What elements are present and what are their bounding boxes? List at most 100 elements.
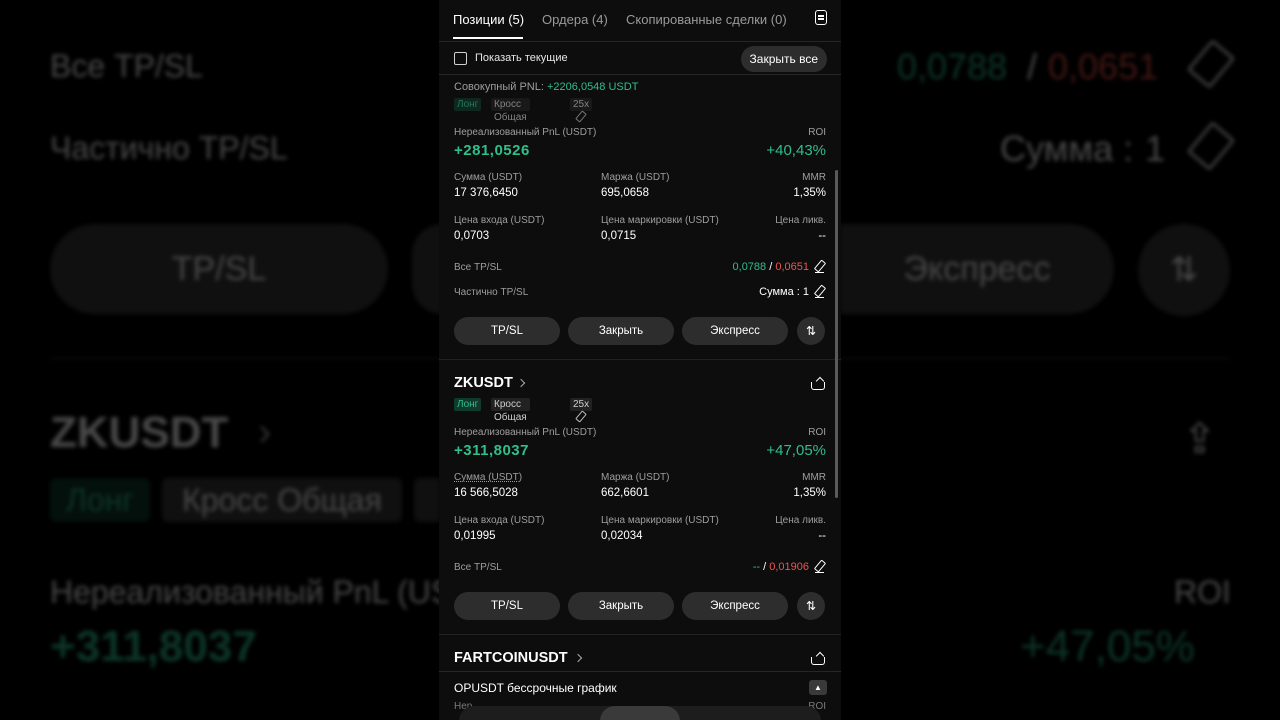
roi-value: +40,43% xyxy=(766,142,826,159)
margin-label: Маржа (USDT) xyxy=(601,172,670,183)
mmr-label: MMR xyxy=(802,472,826,483)
edit-tpsl-icon[interactable] xyxy=(813,259,827,274)
mark-price-label: Цена маркировки (USDT) xyxy=(601,515,719,526)
tab-positions[interactable]: Позиции (5) xyxy=(453,12,524,27)
swap-icon[interactable]: ⇅ xyxy=(797,592,825,620)
filter-bar: Показать текущие Закрыть все xyxy=(439,42,841,75)
mmr-value: 1,35% xyxy=(793,187,826,199)
show-current-checkbox[interactable] xyxy=(454,52,467,65)
close-position-button[interactable]: Закрыть xyxy=(568,592,674,620)
amount-value: 16 566,5028 xyxy=(454,487,518,499)
scrollbar[interactable] xyxy=(835,170,838,498)
entry-price-value: 0,0703 xyxy=(454,230,490,242)
liq-price-label: Цена ликв. xyxy=(775,515,826,526)
positions-list: Совокупный PNL: +2206,0548 USDT Лонг Кро… xyxy=(439,75,841,670)
show-current-label: Показать текущие xyxy=(475,52,568,64)
bg-chevron-right-icon: › xyxy=(258,410,272,454)
bg-pnl-label: Нереализованный PnL (USDT) xyxy=(50,574,506,610)
divider xyxy=(439,359,841,360)
tag-leverage[interactable]: 25x xyxy=(570,98,593,123)
tag-leverage[interactable]: 25x xyxy=(570,398,593,423)
partial-amount: Сумма : 1 xyxy=(759,286,809,298)
position-symbol[interactable]: FARTCOINUSDT xyxy=(454,650,568,666)
bg-tag-lev xyxy=(414,478,440,522)
share-icon[interactable] xyxy=(811,651,825,666)
tpsl-button[interactable]: TP/SL xyxy=(454,317,560,345)
edit-partial-icon[interactable] xyxy=(813,284,827,299)
active-tab-indicator xyxy=(453,37,523,39)
amount-label: Сумма (USDT) xyxy=(454,172,523,183)
partial-tpsl-label: Частично TP/SL xyxy=(454,287,529,298)
bg-all-tpsl: Все TP/SL xyxy=(50,48,203,84)
position-symbol[interactable]: ZKUSDT xyxy=(454,375,513,391)
amount-value: 17 376,6450 xyxy=(454,187,518,199)
entry-price-value: 0,01995 xyxy=(454,530,496,542)
bg-tag-cross: Кросс Общая xyxy=(162,478,402,522)
tpsl-button[interactable]: TP/SL xyxy=(454,592,560,620)
amount-label: Сумма (USDT) xyxy=(454,472,523,483)
bg-roi-value: +47,05% xyxy=(1020,622,1195,671)
tab-orders[interactable]: Ордера (4) xyxy=(542,12,608,27)
bg-edit-icon-2 xyxy=(1186,121,1236,171)
bg-close-button xyxy=(412,224,442,314)
bg-pnl-value: +311,8037 xyxy=(50,622,257,671)
roi-label: ROI xyxy=(808,427,826,438)
bg-partial-amount-label: Сумма : xyxy=(1000,128,1134,169)
tag-long: Лонг xyxy=(454,98,482,111)
mark-price-value: 0,0715 xyxy=(601,230,637,242)
entry-price-label: Цена входа (USDT) xyxy=(454,515,545,526)
unrealized-pnl-value: +281,0526 xyxy=(454,142,530,159)
document-icon[interactable] xyxy=(815,10,827,25)
bg-tag-long: Лонг xyxy=(50,478,150,522)
roi-label: ROI xyxy=(808,127,826,138)
bg-slash: / xyxy=(1027,46,1038,87)
mark-price-value: 0,02034 xyxy=(601,530,643,542)
total-pnl-label: Совокупный PNL: +2206,0548 USDT xyxy=(454,81,639,93)
bg-express-button: Экспресс xyxy=(840,224,1114,314)
bg-sl-value: 0,0651 xyxy=(1048,46,1159,87)
bg-partial-amount-value: 1 xyxy=(1145,128,1166,169)
express-button[interactable]: Экспресс xyxy=(682,592,788,620)
tag-margin-mode: Кросс Общая xyxy=(491,98,530,123)
liq-price-value: -- xyxy=(818,230,826,242)
chevron-up-icon[interactable]: ▲ xyxy=(809,680,827,695)
all-tpsl-label: Все TP/SL xyxy=(454,562,502,573)
margin-value: 662,6601 xyxy=(601,487,649,499)
edit-leverage-icon xyxy=(575,410,587,423)
unrealized-pnl-label: Нереализованный PnL (USDT) xyxy=(454,127,597,138)
tpsl-values: 0,0788 / 0,0651 xyxy=(732,261,809,273)
divider xyxy=(439,634,841,635)
chevron-right-icon xyxy=(573,653,583,663)
mmr-value: 1,35% xyxy=(793,487,826,499)
close-position-button[interactable]: Закрыть xyxy=(568,317,674,345)
entry-price-label: Цена входа (USDT) xyxy=(454,215,545,226)
liq-price-value: -- xyxy=(818,530,826,542)
margin-label: Маржа (USDT) xyxy=(601,472,670,483)
nav-active-item[interactable] xyxy=(600,706,680,720)
express-button[interactable]: Экспресс xyxy=(682,317,788,345)
all-tpsl-label: Все TP/SL xyxy=(454,262,502,273)
edit-leverage-icon xyxy=(575,110,587,123)
unrealized-pnl-label: Нереализованный PnL (USDT) xyxy=(454,427,597,438)
swap-icon[interactable]: ⇅ xyxy=(797,317,825,345)
close-all-button[interactable]: Закрыть все xyxy=(740,46,827,72)
tag-margin-mode: Кросс Общая xyxy=(491,398,530,423)
bg-partial-tpsl: Частично TP/SL xyxy=(50,130,288,166)
chart-title: OPUSDT бессрочные график xyxy=(454,681,617,695)
unrealized-pnl-value: +311,8037 xyxy=(454,442,529,459)
chevron-right-icon xyxy=(516,378,526,388)
positions-panel: Позиции (5) Ордера (4) Скопированные сде… xyxy=(439,0,841,720)
margin-value: 695,0658 xyxy=(601,187,649,199)
mark-price-label: Цена маркировки (USDT) xyxy=(601,215,719,226)
bg-tpsl-button: TP/SL xyxy=(50,224,388,314)
bg-tp-value: 0,0788 xyxy=(897,46,1008,87)
mmr-label: MMR xyxy=(802,172,826,183)
bg-symbol: ZKUSDT xyxy=(50,408,229,457)
chart-bar[interactable]: OPUSDT бессрочные график ▲ xyxy=(439,671,841,704)
share-icon[interactable] xyxy=(811,376,825,391)
edit-tpsl-icon[interactable] xyxy=(813,559,827,574)
tab-copied-trades[interactable]: Скопированные сделки (0) xyxy=(626,12,787,27)
bg-roi-label: ROI xyxy=(1174,574,1231,610)
bg-edit-icon xyxy=(1186,39,1236,89)
tab-bar: Позиции (5) Ордера (4) Скопированные сде… xyxy=(439,0,841,42)
